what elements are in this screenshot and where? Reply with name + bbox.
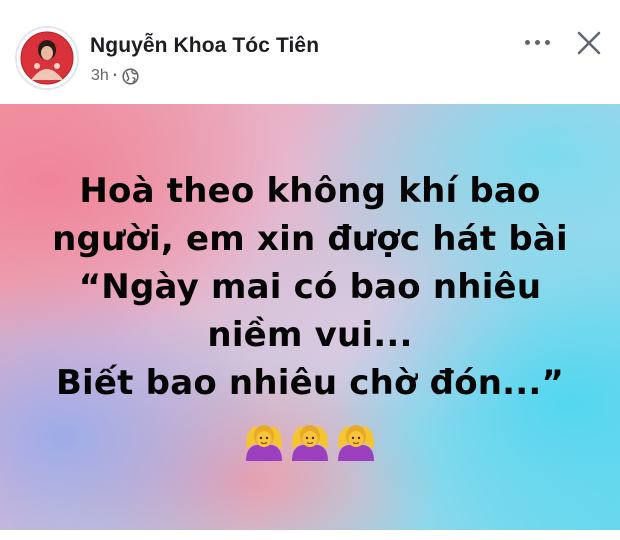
post-timestamp[interactable]: 3h bbox=[91, 67, 109, 85]
author-avatar[interactable] bbox=[17, 28, 77, 88]
close-icon bbox=[577, 31, 601, 55]
status-line: Hoà theo không khí bao bbox=[79, 171, 541, 211]
status-line: người, em xin được hát bài bbox=[52, 219, 568, 259]
avatar-photo-icon bbox=[17, 28, 77, 88]
post-meta: 3h · bbox=[91, 66, 139, 86]
facebook-post: Nguyễn Khoa Tóc Tiên 3h · Hoà theo không… bbox=[0, 0, 620, 540]
more-horizontal-icon-dot bbox=[544, 39, 550, 45]
woman-gesturing-ok-emoji-icon bbox=[292, 425, 328, 461]
post-author-name[interactable]: Nguyễn Khoa Tóc Tiên bbox=[90, 34, 319, 58]
woman-gesturing-ok-emoji-icon bbox=[338, 425, 374, 461]
close-button[interactable] bbox=[572, 26, 606, 60]
status-line: “Ngày mai có bao nhiêu bbox=[78, 267, 542, 307]
more-horizontal-icon-dot bbox=[524, 39, 530, 45]
status-line: niềm vui... bbox=[207, 315, 413, 355]
more-horizontal-icon-dot bbox=[534, 39, 540, 45]
post-header: Nguyễn Khoa Tóc Tiên 3h · bbox=[0, 0, 620, 104]
more-options-button[interactable] bbox=[519, 28, 555, 56]
status-text: Hoà theo không khí bao người, em xin đượ… bbox=[0, 167, 620, 407]
woman-gesturing-ok-emoji-icon bbox=[246, 425, 282, 461]
globe-icon[interactable] bbox=[122, 67, 139, 85]
status-line: Biết bao nhiêu chờ đón...” bbox=[55, 363, 565, 403]
status-background-banner: Hoà theo không khí bao người, em xin đượ… bbox=[0, 104, 620, 530]
emoji-row bbox=[0, 421, 620, 461]
post-bottom-divider bbox=[0, 530, 620, 540]
meta-separator: · bbox=[112, 67, 119, 84]
